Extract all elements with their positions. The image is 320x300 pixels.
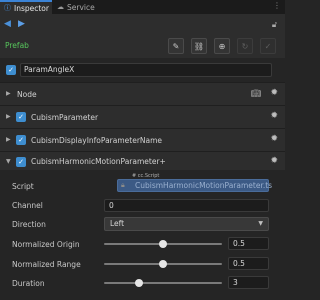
info-icon: ⓘ (4, 4, 11, 12)
prefab-bar: Prefab ✎ ⛓ ⊕ ↻ ✓ (0, 34, 285, 58)
prefab-label: Prefab (5, 41, 29, 50)
nav-bar: ◀ ▶ 🔓︎ (0, 14, 285, 34)
revert-prefab-button[interactable]: ↻ (237, 38, 253, 54)
tab-service-label: Service (67, 2, 95, 12)
slider-thumb[interactable] (159, 260, 167, 268)
component-enabled-checkbox[interactable]: ✓ (16, 135, 26, 145)
section-cubism-parameter[interactable]: ▶ ✓ CubismParameter ✹ (0, 105, 285, 128)
script-label: Script (12, 182, 34, 191)
section-cubism-harmonic-motion-title: CubismHarmonicMotionParameter+ (31, 157, 166, 166)
gear-icon[interactable]: ✹ (270, 111, 278, 121)
section-cubism-harmonic-motion[interactable]: ▼ ✓ CubismHarmonicMotionParameter+ ✹ (0, 151, 285, 171)
chevron-down-icon[interactable]: ▼ (6, 158, 11, 165)
component-enabled-checkbox[interactable]: ✓ (16, 157, 26, 167)
chevron-right-icon[interactable]: ▶ (6, 90, 11, 97)
lock-icon: 🔒︎ (121, 181, 125, 189)
normalized-range-input[interactable]: 0.5 (228, 257, 269, 270)
node-active-checkbox[interactable]: ✓ (6, 65, 16, 75)
channel-input[interactable]: 0 (104, 199, 269, 212)
node-name-input[interactable]: ParamAngleX (20, 63, 272, 77)
cloud-icon: ☁ (57, 3, 64, 11)
section-cubism-parameter-title: CubismParameter (31, 113, 99, 122)
tab-inspector[interactable]: ⓘ Inspector (0, 0, 52, 14)
section-node-title: Node (17, 90, 37, 99)
normalized-range-slider[interactable] (104, 260, 222, 268)
chevron-down-icon: ▼ (258, 220, 263, 227)
gear-icon[interactable]: ✹ (270, 134, 278, 144)
gear-icon[interactable]: ✹ (270, 88, 278, 98)
apply-prefab-button[interactable]: ✓ (260, 38, 276, 54)
node-name-bar: ✓ ParamAngleX (0, 58, 285, 82)
normalized-origin-label: Normalized Origin (12, 240, 80, 249)
slider-thumb[interactable] (135, 279, 144, 287)
chevron-right-icon[interactable]: ▶ (6, 136, 11, 143)
duration-label: Duration (12, 279, 45, 288)
link-icon: ⛓ (193, 41, 205, 51)
edit-prefab-button[interactable]: ✎ (168, 38, 184, 54)
normalized-range-label: Normalized Range (12, 260, 81, 269)
link-prefab-button[interactable]: ⛓ (191, 38, 207, 54)
direction-select[interactable]: Left ▼ (104, 217, 269, 231)
kebab-menu-icon[interactable]: ⋮ (273, 2, 281, 10)
arrow-left-icon[interactable]: ◀ (4, 19, 11, 29)
tab-inspector-label: Inspector (14, 3, 49, 13)
direction-label: Direction (12, 220, 46, 229)
direction-value: Left (110, 219, 125, 228)
revert-icon: ↻ (241, 41, 249, 51)
duration-input[interactable]: 3 (228, 276, 269, 289)
target-icon: ⊕ (218, 41, 226, 51)
normalized-origin-input[interactable]: 0.5 (228, 237, 269, 250)
section-cubism-display-info-title: CubismDisplayInfoParameterName (31, 136, 163, 145)
section-cubism-display-info[interactable]: ▶ ✓ CubismDisplayInfoParameterName ✹ (0, 128, 285, 151)
slider-thumb[interactable] (159, 240, 167, 248)
normalized-origin-slider[interactable] (104, 240, 222, 248)
tab-bar: ⓘ Inspector ☁ Service ⋮ (0, 0, 285, 14)
edit-icon: ✎ (172, 41, 180, 51)
tab-service[interactable]: ☁ Service (52, 0, 102, 14)
arrow-right-icon[interactable]: ▶ (18, 19, 25, 29)
lock-icon[interactable]: 🔓︎ (272, 20, 277, 30)
section-node[interactable]: ▶ Node 📖︎ ✹ (0, 82, 285, 105)
gear-icon[interactable]: ✹ (270, 156, 278, 166)
component-properties: Script # cc.Script CubismHarmonicMotionP… (0, 170, 285, 300)
chevron-right-icon[interactable]: ▶ (6, 113, 11, 120)
channel-label: Channel (12, 201, 43, 210)
apply-icon: ✓ (264, 41, 272, 51)
component-enabled-checkbox[interactable]: ✓ (16, 112, 26, 122)
locate-prefab-button[interactable]: ⊕ (214, 38, 230, 54)
book-icon[interactable]: 📖︎ (251, 89, 261, 98)
duration-slider[interactable] (104, 279, 222, 287)
script-field[interactable]: CubismHarmonicMotionParameter.ts (117, 179, 272, 192)
